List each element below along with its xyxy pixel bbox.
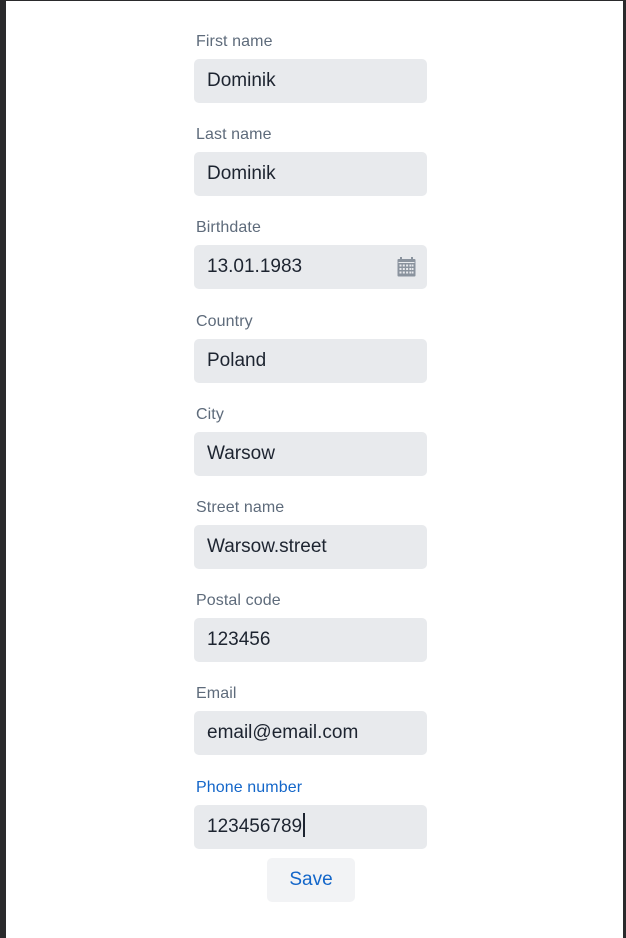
app-window: First name Dominik Last name Dominik Bir… [6,0,623,938]
last-name-input[interactable]: Dominik [194,152,427,197]
phone-number-input[interactable]: 123456789 [194,804,427,849]
street-name-label: Street name [196,498,285,516]
text-caret [303,812,305,837]
profile-form: First name Dominik Last name Dominik Bir… [194,31,428,870]
form-actions: Save [267,858,355,902]
first-name-group: First name Dominik [194,31,428,124]
calendar-icon[interactable] [397,257,416,277]
birthdate-group: Birthdate 13.01.1983 [194,217,428,310]
postal-code-group: Postal code 123456 [194,590,428,683]
last-name-label: Last name [196,126,272,144]
street-name-group: Street name Warsow.street [194,497,428,590]
street-name-value: Warsow.street [207,535,327,557]
country-value: Poland [207,349,267,371]
first-name-value: Dominik [207,70,276,91]
email-label: Email [196,685,237,703]
birthdate-label: Birthdate [196,219,261,237]
phone-number-value: 123456789 [207,815,303,837]
street-name-input[interactable]: Warsow.street [194,524,427,569]
first-name-label: First name [196,33,273,50]
city-value: Warsow [207,442,275,464]
last-name-group: Last name Dominik [194,124,428,217]
city-input[interactable]: Warsow [194,431,427,476]
phone-number-group: Phone number 123456789 [194,777,428,870]
postal-code-value: 123456 [207,629,271,651]
country-label: Country [196,312,253,330]
last-name-value: Dominik [207,163,276,185]
phone-number-label: Phone number [196,778,303,796]
email-input[interactable]: email@email.com [194,711,427,756]
birthdate-input[interactable]: 13.01.1983 [194,245,427,290]
birthdate-value: 13.01.1983 [207,256,303,278]
save-button[interactable]: Save [267,858,355,902]
postal-code-input[interactable]: 123456 [194,618,427,663]
country-group: Country Poland [194,311,428,404]
city-label: City [196,405,224,423]
country-input[interactable]: Poland [194,338,427,383]
city-group: City Warsow [194,404,428,497]
postal-code-label: Postal code [196,592,281,610]
email-value: email@email.com [207,722,359,744]
email-group: Email email@email.com [194,683,428,776]
first-name-input[interactable]: Dominik [194,59,427,103]
